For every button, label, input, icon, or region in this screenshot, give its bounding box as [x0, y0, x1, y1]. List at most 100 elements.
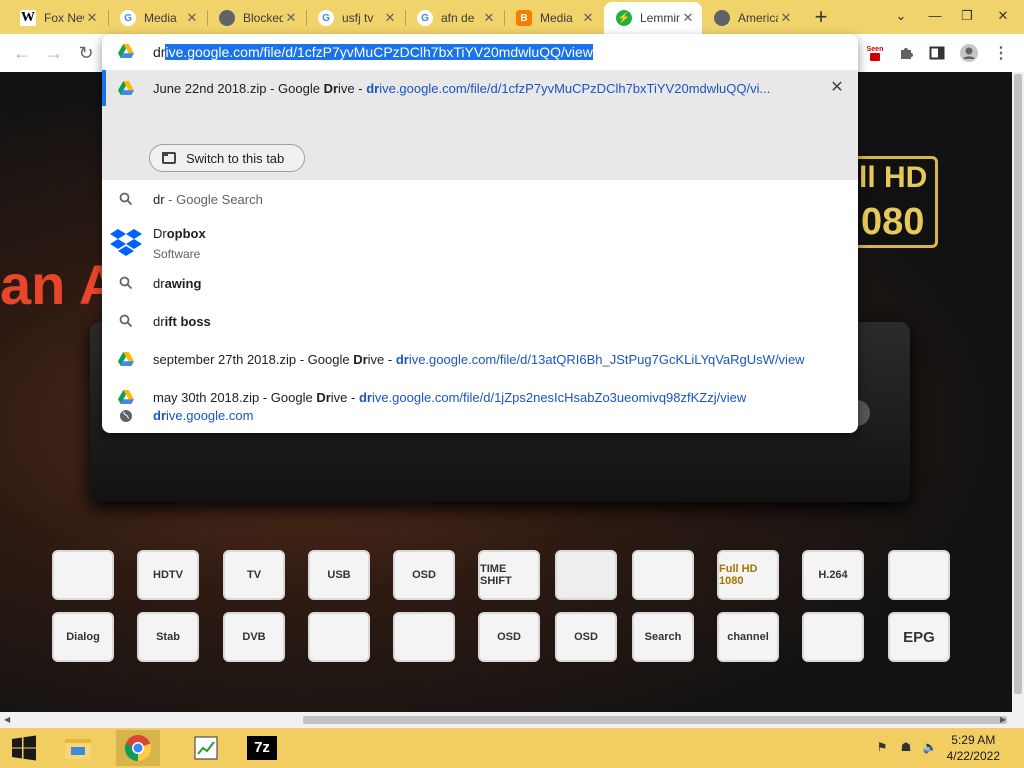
- tab-lemmino[interactable]: ⚡ Lemmino ✕: [604, 2, 702, 34]
- suggestion-text: dr - Google Search: [153, 192, 263, 207]
- close-icon[interactable]: ✕: [382, 10, 398, 26]
- search-icon: [118, 275, 134, 291]
- volume-muted-icon[interactable]: 🔈: [922, 740, 938, 756]
- minimize-button[interactable]: —: [918, 4, 952, 28]
- suggestion-drift-boss[interactable]: drift boss: [102, 302, 858, 340]
- back-button[interactable]: ←: [10, 41, 34, 65]
- suggestion-typed: dr: [153, 314, 165, 329]
- suggestion-title-match: Dr: [353, 352, 368, 367]
- tab-title: Lemmino: [640, 11, 680, 25]
- suggestion-drawing[interactable]: drawing: [102, 264, 858, 302]
- tab-american[interactable]: American ✕: [702, 4, 800, 32]
- close-icon[interactable]: ✕: [778, 10, 794, 26]
- feature-tile: Dialog: [52, 612, 114, 662]
- horizontal-scrollbar[interactable]: ◀ ▶: [0, 712, 1012, 728]
- suggestion-title-tail: ive -: [338, 81, 367, 96]
- remove-suggestion-button[interactable]: ✕: [828, 79, 846, 97]
- suggestion-title: June 22nd 2018.zip - Google: [153, 81, 324, 96]
- profile-avatar-icon[interactable]: [958, 42, 980, 64]
- taskbar-clock[interactable]: 5:29 AM 4/22/2022: [947, 732, 1000, 764]
- google-drive-icon: [118, 351, 134, 367]
- suggestion-text: drive.google.com: [153, 408, 253, 423]
- tab-search-chevron-icon[interactable]: ⌄: [884, 4, 918, 28]
- new-tab-button[interactable]: +: [808, 6, 834, 30]
- scroll-right-icon[interactable]: ▶: [1000, 715, 1006, 724]
- blogger-icon: B: [516, 10, 532, 26]
- tab-media-blogger[interactable]: B Media ✕: [504, 4, 602, 32]
- forward-button[interactable]: →: [42, 41, 66, 65]
- clock-date: 4/22/2022: [946, 749, 1000, 763]
- google-icon: G: [120, 10, 136, 26]
- feature-tile: OSD: [555, 612, 617, 662]
- scrollbar-thumb[interactable]: [1014, 74, 1022, 694]
- feature-tile: Search: [632, 612, 694, 662]
- address-bar-input[interactable]: drive.google.com/file/d/1cfzP7yvMuCPzDCl…: [102, 34, 858, 70]
- globe-icon: [219, 10, 235, 26]
- file-explorer-icon[interactable]: [56, 730, 100, 766]
- suggestion-completion: awing: [164, 276, 202, 291]
- menu-kebab-icon[interactable]: ⋮: [990, 42, 1012, 64]
- google-drive-icon: [118, 80, 134, 96]
- feature-tile: [555, 550, 617, 600]
- tab-usfj-tv[interactable]: G usfj tv ✕: [306, 4, 404, 32]
- chrome-icon[interactable]: [116, 730, 160, 766]
- feature-tile: channel: [717, 612, 779, 662]
- windows-start-icon[interactable]: [2, 730, 46, 766]
- close-icon[interactable]: ✕: [84, 10, 100, 26]
- seven-zip-icon[interactable]: 7z: [240, 730, 284, 766]
- close-icon[interactable]: ✕: [184, 10, 200, 26]
- suggestion-current-tab[interactable]: June 22nd 2018.zip - Google Drive - driv…: [102, 70, 858, 180]
- close-icon[interactable]: ✕: [580, 10, 596, 26]
- suggestion-title-match: Dr: [323, 81, 339, 96]
- tab-blocked[interactable]: Blocked ✕: [207, 4, 305, 32]
- feature-tile: EPG: [888, 612, 950, 662]
- scrollbar-thumb[interactable]: [303, 716, 1007, 724]
- feature-tile: [888, 550, 950, 600]
- close-icon[interactable]: ✕: [481, 10, 497, 26]
- window-close-button[interactable]: ✕: [986, 4, 1020, 28]
- suggestion-dropbox[interactable]: Dropbox Software: [102, 218, 858, 264]
- clock-time: 5:29 AM: [951, 733, 996, 747]
- suggestion-text: Dropbox: [153, 226, 206, 241]
- tab-title: afn de: [441, 11, 475, 25]
- tab-title: usfj tv: [342, 11, 374, 25]
- puzzle-extensions-icon[interactable]: [896, 42, 918, 64]
- feature-tile: OSD: [393, 550, 455, 600]
- switch-to-tab-button[interactable]: Switch to this tab: [149, 144, 305, 172]
- suggestion-completion: ift boss: [164, 314, 211, 329]
- feature-tile: HDTV: [137, 550, 199, 600]
- scroll-left-icon[interactable]: ◀: [4, 715, 10, 724]
- suggestion-url-match: dr: [366, 81, 380, 96]
- tab-afn-de[interactable]: G afn de ✕: [405, 4, 503, 32]
- suggestion-search[interactable]: dr - Google Search: [102, 180, 858, 218]
- tab-title: Blocked: [243, 11, 283, 25]
- google-icon: G: [417, 10, 433, 26]
- restore-button[interactable]: ❐: [950, 4, 984, 28]
- side-panel-icon[interactable]: [926, 42, 948, 64]
- extension-badge-icon[interactable]: Seen: [864, 42, 886, 64]
- omnibox-dropdown: drive.google.com/file/d/1cfzP7yvMuCPzDCl…: [102, 34, 858, 433]
- app-chart-icon[interactable]: [184, 730, 228, 766]
- suggestion-title-tail: ive -: [330, 390, 359, 405]
- vertical-scrollbar[interactable]: [1012, 72, 1024, 728]
- close-icon[interactable]: ✕: [680, 10, 696, 26]
- seven-zip-label: 7z: [247, 736, 277, 760]
- address-text[interactable]: drive.google.com/file/d/1cfzP7yvMuCPzDCl…: [153, 44, 593, 60]
- suggestion-url-match: dr: [153, 408, 166, 423]
- suggestion-title: may 30th 2018.zip - Google: [153, 390, 317, 405]
- tab-media[interactable]: G Media ✕: [108, 4, 206, 32]
- suggestion-text: september 27th 2018.zip - Google Drive -…: [153, 352, 805, 367]
- suggestion-url-rest: ive.google.com: [166, 408, 254, 423]
- suggestion-drive-site[interactable]: drive.google.com: [102, 408, 858, 433]
- network-icon[interactable]: ☗: [898, 740, 914, 756]
- close-icon[interactable]: ✕: [283, 10, 299, 26]
- suggestion-text: June 22nd 2018.zip - Google Drive - driv…: [153, 81, 770, 96]
- suggestion-completion: opbox: [166, 226, 206, 241]
- reload-button[interactable]: ↻: [74, 41, 98, 65]
- tab-title: Fox News: [44, 11, 84, 25]
- suggestion-text: drawing: [153, 276, 201, 291]
- tab-fox-news[interactable]: W Fox News ✕: [8, 4, 106, 32]
- feature-tile: [52, 550, 114, 600]
- suggestion-september-zip[interactable]: september 27th 2018.zip - Google Drive -…: [102, 340, 858, 378]
- action-center-warning-icon[interactable]: ⚑: [874, 740, 890, 756]
